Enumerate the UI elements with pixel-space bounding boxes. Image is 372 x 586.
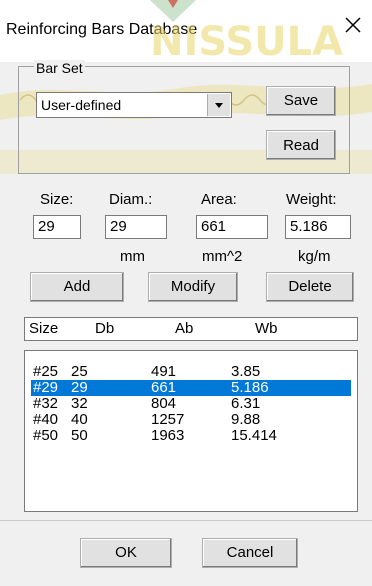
save-button-label: Save (283, 92, 319, 109)
cell-wb: 5.186 (231, 379, 269, 396)
save-button[interactable]: Save (266, 86, 336, 116)
ok-button-label: OK (115, 544, 137, 561)
chevron-down-icon[interactable] (207, 94, 230, 116)
weight-unit: kg/m (298, 248, 331, 265)
title-bar: Reinforcing Bars Database (0, 0, 372, 62)
cell-size: #50 (33, 427, 59, 444)
size-label: Size: (40, 191, 74, 208)
ok-button[interactable]: OK (80, 538, 172, 568)
bar-set-value: User-defined (41, 97, 122, 113)
cell-size: #29 (33, 379, 59, 396)
diam-field[interactable]: 29 (105, 215, 167, 239)
bar-set-select[interactable]: User-defined (36, 92, 232, 118)
cell-wb: 9.88 (231, 411, 261, 428)
weight-label: Weight: (286, 191, 337, 208)
col-header-db: Db (95, 320, 115, 337)
list-item[interactable]: #50 50 1963 15.414 (31, 427, 351, 444)
weight-field[interactable]: 5.186 (285, 215, 351, 239)
read-button-label: Read (283, 137, 319, 154)
col-header-wb: Wb (255, 320, 278, 337)
read-button[interactable]: Read (266, 130, 336, 160)
dialog-title: Reinforcing Bars Database (6, 21, 198, 38)
bar-set-legend: Bar Set (34, 60, 85, 76)
cell-db: 32 (71, 395, 88, 412)
cell-ab: 491 (151, 363, 177, 380)
area-label: Area: (201, 191, 237, 208)
cell-db: 40 (71, 411, 88, 428)
cell-wb: 3.85 (231, 363, 261, 380)
modify-button[interactable]: Modify (148, 272, 238, 302)
list-item[interactable]: #40 40 1257 9.88 (31, 411, 351, 428)
cell-ab: 661 (151, 379, 177, 396)
list-item[interactable]: #25 25 491 3.85 (31, 363, 351, 380)
area-unit: mm^2 (202, 248, 243, 265)
delete-button[interactable]: Delete (266, 272, 354, 302)
col-header-ab: Ab (175, 320, 194, 337)
modify-button-label: Modify (170, 278, 216, 295)
size-field[interactable]: 29 (33, 215, 81, 239)
cell-ab: 1257 (151, 411, 185, 428)
close-icon[interactable] (342, 14, 364, 36)
list-item[interactable]: #32 32 804 6.31 (31, 395, 351, 412)
list-item-selected[interactable]: #29 29 661 5.186 (31, 379, 351, 396)
cell-size: #40 (33, 411, 59, 428)
cell-wb: 6.31 (231, 395, 261, 412)
cell-db: 25 (71, 363, 88, 380)
cell-db: 29 (71, 379, 88, 396)
diam-unit: mm (120, 248, 145, 265)
cell-size: #25 (33, 363, 59, 380)
cancel-button[interactable]: Cancel (202, 538, 298, 568)
cell-size: #32 (33, 395, 59, 412)
cell-ab: 804 (151, 395, 177, 412)
cell-ab: 1963 (151, 427, 185, 444)
delete-button-label: Delete (288, 278, 332, 295)
add-button-label: Add (63, 278, 91, 295)
cell-db: 50 (71, 427, 88, 444)
diam-label: Diam.: (109, 191, 153, 208)
col-header-size: Size (29, 320, 59, 337)
footer-divider (0, 520, 372, 521)
cell-wb: 15.414 (231, 427, 277, 444)
cancel-button-label: Cancel (226, 544, 274, 561)
table-header: Size Db Ab Wb (24, 317, 358, 341)
bars-list[interactable]: #25 25 491 3.85 #29 29 661 5.186 #32 32 … (24, 350, 358, 512)
add-button[interactable]: Add (30, 272, 124, 302)
area-field[interactable]: 661 (196, 215, 268, 239)
